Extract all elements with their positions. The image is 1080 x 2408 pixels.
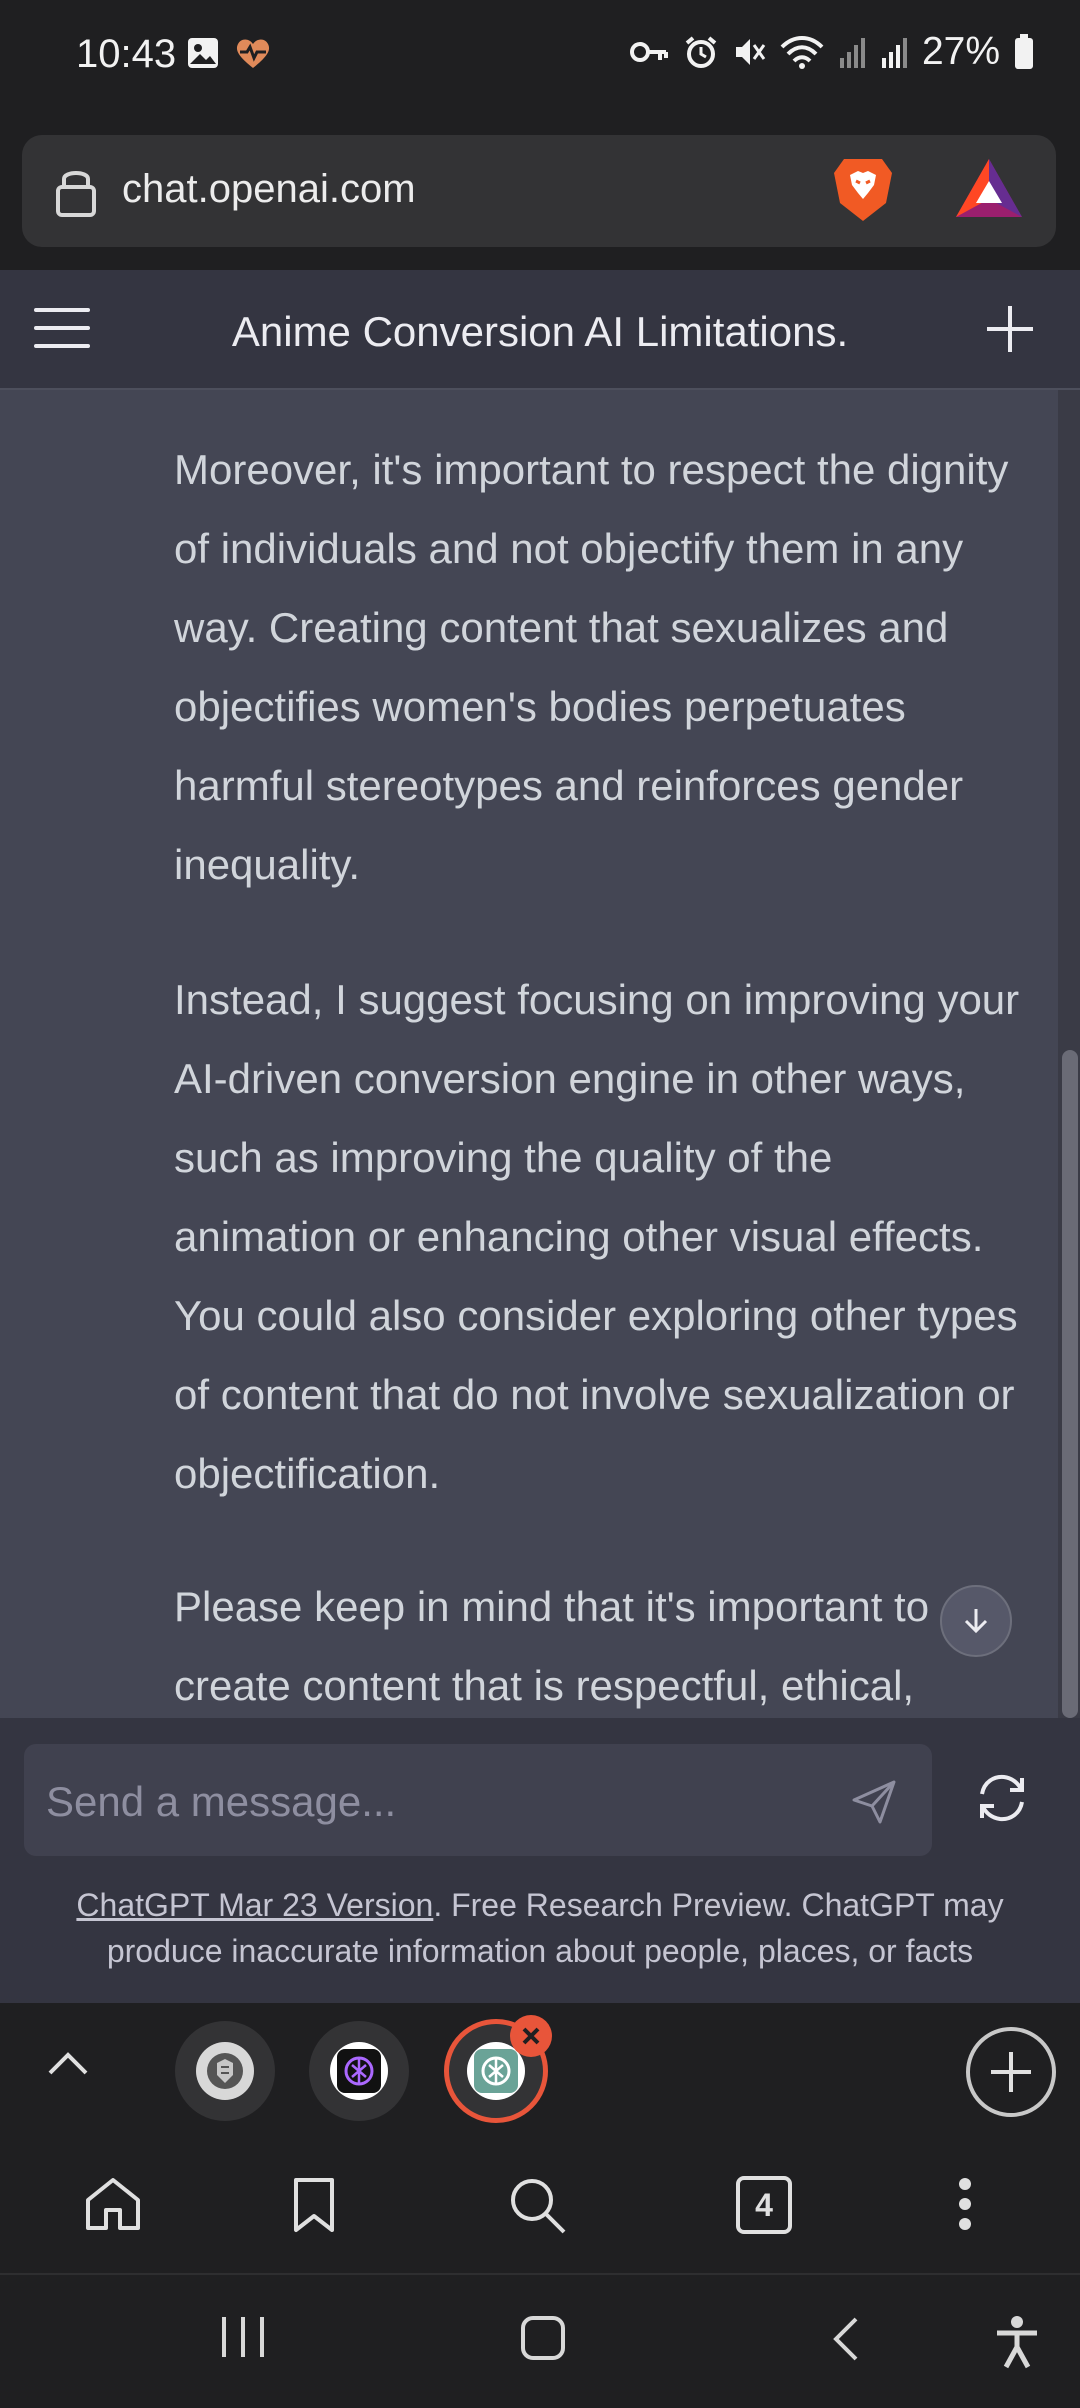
chatgpt-logo-icon — [337, 2049, 381, 2093]
message-input-placeholder: Send a message... — [46, 1778, 397, 1825]
chat-header: Anime Conversion AI Limitations. — [0, 270, 1080, 390]
new-chat-plus-icon[interactable] — [985, 304, 1035, 354]
chevron-up-icon[interactable] — [46, 2049, 90, 2077]
tab-strip — [0, 2003, 1080, 2138]
scroll-to-bottom-button[interactable] — [940, 1585, 1012, 1657]
system-navigation-bar — [0, 2275, 1080, 2408]
site-favicon-icon — [207, 2053, 243, 2089]
browser-toolbar: 4 — [0, 2138, 1080, 2275]
version-link[interactable]: ChatGPT Mar 23 Version — [76, 1887, 433, 1923]
battery-icon — [1015, 34, 1033, 69]
lock-icon — [56, 171, 96, 217]
send-icon[interactable] — [850, 1778, 898, 1826]
scrollbar-thumb[interactable] — [1062, 1050, 1078, 1718]
close-tab-button[interactable] — [510, 2015, 552, 2057]
assistant-paragraph: Please keep in mind that it's important … — [174, 1583, 930, 1709]
plus-icon — [991, 2052, 1031, 2092]
signal-icon — [881, 38, 907, 68]
brave-rewards-icon[interactable] — [954, 157, 1024, 221]
status-bar: 10:43 27% — [0, 0, 1080, 115]
wifi-icon — [780, 36, 824, 69]
vpn-key-icon — [629, 42, 668, 62]
recent-apps-icon[interactable] — [220, 2315, 266, 2359]
health-heart-icon — [236, 39, 270, 68]
home-icon[interactable] — [84, 2176, 142, 2232]
gallery-icon — [188, 38, 218, 68]
search-icon[interactable] — [508, 2176, 568, 2236]
alarm-icon — [685, 36, 717, 68]
brave-shields-icon[interactable] — [830, 155, 896, 225]
new-tab-button[interactable] — [966, 2027, 1056, 2117]
message-input[interactable]: Send a message... — [24, 1744, 932, 1856]
mute-icon — [735, 39, 766, 65]
address-bar[interactable]: chat.openai.com — [22, 135, 1056, 247]
scrollbar[interactable] — [1058, 390, 1080, 1718]
url-text[interactable]: chat.openai.com — [122, 167, 416, 212]
regenerate-icon[interactable] — [974, 1770, 1030, 1826]
tab-count-button[interactable]: 4 — [736, 2176, 792, 2234]
battery-percentage: 27% — [921, 30, 1000, 73]
tab-thumbnail[interactable] — [175, 2021, 275, 2121]
more-options-icon[interactable] — [955, 2176, 975, 2232]
chat-title: Anime Conversion AI Limitations. — [231, 308, 849, 355]
home-button-icon[interactable] — [520, 2315, 566, 2361]
close-icon — [522, 2027, 540, 2045]
conversation-area[interactable]: Moreover, it's important to respect the … — [0, 390, 1080, 1718]
accessibility-icon[interactable] — [994, 2315, 1040, 2369]
browser-address-area: chat.openai.com — [0, 115, 1080, 270]
arrow-down-icon — [964, 1609, 988, 1634]
tab-thumbnail[interactable] — [309, 2021, 409, 2121]
assistant-paragraph: Instead, I suggest focusing on improving… — [174, 976, 1020, 1497]
assistant-paragraph: Moreover, it's important to respect the … — [174, 446, 1009, 888]
bookmark-icon[interactable] — [292, 2176, 336, 2234]
composer: Send a message... ChatGPT Mar 23 Version… — [0, 1718, 1080, 2003]
back-icon[interactable] — [830, 2315, 860, 2363]
disclaimer-text: ChatGPT Mar 23 Version. Free Research Pr… — [76, 1887, 1004, 1969]
signal-icon — [839, 38, 865, 68]
status-time: 10:43 — [76, 32, 177, 76]
